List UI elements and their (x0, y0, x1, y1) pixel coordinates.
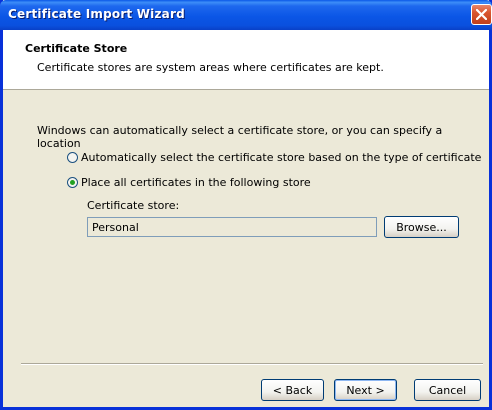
radio-place-in-store[interactable]: Place all certificates in the following … (67, 174, 311, 190)
radio-button-checked-icon[interactable] (67, 176, 78, 188)
radio-place-in-store-label: Place all certificates in the following … (81, 175, 311, 189)
close-icon (476, 9, 487, 20)
intro-text: Windows can automatically select a certi… (37, 124, 443, 150)
close-button[interactable] (471, 4, 492, 25)
title-bar[interactable]: Certificate Import Wizard (0, 0, 492, 30)
page-subtitle: Certificate stores are system areas wher… (37, 61, 384, 74)
cancel-button[interactable]: Cancel (414, 379, 481, 401)
footer-divider (21, 363, 483, 365)
page-title: Certificate Store (25, 42, 128, 55)
wizard-header: Certificate Store Certificate stores are… (3, 30, 489, 90)
next-button[interactable]: Next > (334, 379, 397, 401)
window-title: Certificate Import Wizard (8, 7, 185, 21)
certificate-store-label: Certificate store: (87, 199, 180, 212)
radio-button-unchecked-icon[interactable] (67, 151, 78, 163)
radio-auto-select-label: Automatically select the certificate sto… (81, 150, 482, 164)
back-button[interactable]: < Back (261, 379, 324, 401)
certificate-store-field: Personal (87, 217, 377, 237)
browse-button[interactable]: Browse... (384, 216, 459, 238)
radio-auto-select-store[interactable]: Automatically select the certificate sto… (67, 149, 481, 165)
certificate-import-wizard-window: Certificate Import Wizard Certificate St… (0, 0, 492, 410)
